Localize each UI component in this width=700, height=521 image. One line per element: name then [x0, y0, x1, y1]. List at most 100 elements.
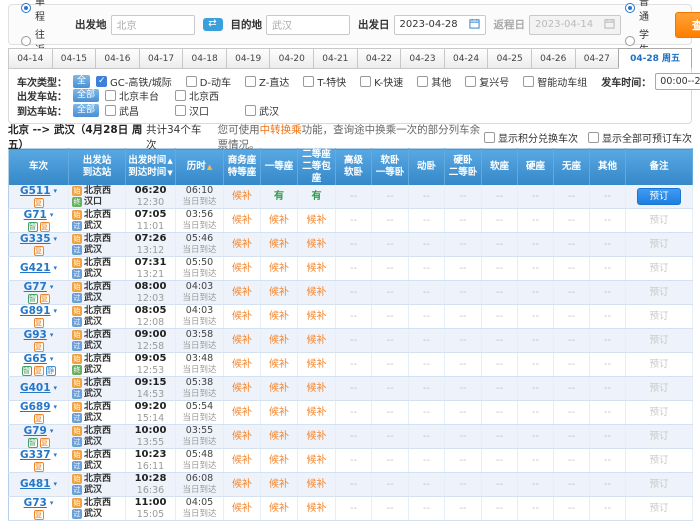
depart-date-input[interactable]: 2023-04-28: [394, 15, 486, 35]
sort-arrow-icon[interactable]: ▲: [207, 163, 212, 171]
column-header[interactable]: 一等座: [261, 149, 298, 186]
filter-option[interactable]: 汉口: [175, 103, 245, 118]
date-tab-selected[interactable]: 04-28 周五: [618, 48, 692, 69]
chevron-down-icon: ▾: [54, 234, 58, 245]
book-button[interactable]: 预订: [637, 188, 681, 205]
column-header[interactable]: 二等座二等包座: [298, 149, 336, 186]
column-header[interactable]: 历时▲: [176, 149, 224, 186]
train-number[interactable]: G335▾: [9, 234, 68, 245]
filter-option[interactable]: 北京西: [175, 88, 245, 103]
arrive-time: 12:53: [126, 365, 175, 376]
train-link[interactable]: G481: [20, 479, 51, 490]
date-tab[interactable]: 04-16: [95, 48, 139, 69]
train-link[interactable]: G689: [20, 402, 51, 413]
filter-option[interactable]: 北京丰台: [105, 88, 175, 103]
train-number[interactable]: G481▾: [9, 479, 68, 490]
train-link[interactable]: G73: [24, 498, 47, 509]
date-tab[interactable]: 04-27: [575, 48, 619, 69]
seat-status: --: [386, 335, 393, 346]
date-tab[interactable]: 04-23: [400, 48, 444, 69]
date-tab[interactable]: 04-18: [182, 48, 226, 69]
swap-stations-icon[interactable]: ⇄: [203, 18, 223, 31]
train-number[interactable]: G93▾: [9, 330, 68, 341]
date-tab[interactable]: 04-19: [226, 48, 270, 69]
train-number[interactable]: G421▾: [9, 263, 68, 274]
column-header[interactable]: 硬座: [518, 149, 554, 186]
column-header[interactable]: 动卧: [409, 149, 445, 186]
column-header[interactable]: 硬卧二等卧: [445, 149, 482, 186]
duration-cell: 03:48当日到达: [176, 353, 224, 377]
train-link[interactable]: G511: [20, 186, 51, 197]
filter-option[interactable]: 武汉: [245, 103, 315, 118]
date-tab[interactable]: 04-22: [357, 48, 401, 69]
arrive-station-all-badge[interactable]: 全部: [73, 104, 99, 117]
column-header[interactable]: 车次: [9, 149, 69, 186]
train-link[interactable]: G79: [24, 426, 47, 437]
train-link[interactable]: G93: [24, 330, 47, 341]
depart-station-all-badge[interactable]: 全部: [73, 89, 99, 102]
chevron-down-icon: ▾: [50, 282, 54, 293]
train-link[interactable]: G65: [24, 354, 47, 365]
filter-option[interactable]: 复兴号: [465, 74, 509, 89]
column-header[interactable]: 商务座特等座: [224, 149, 261, 186]
train-link[interactable]: G335: [20, 234, 51, 245]
date-tab[interactable]: 04-21: [313, 48, 357, 69]
filter-option[interactable]: Z-直达: [245, 74, 289, 89]
train-number[interactable]: G73▾: [9, 498, 68, 509]
train-number[interactable]: G79▾: [9, 426, 68, 437]
sort-arrow-icon[interactable]: ▼: [167, 169, 172, 177]
train-number[interactable]: G65▾: [9, 354, 68, 365]
filter-option[interactable]: 其他: [417, 74, 451, 89]
date-tab[interactable]: 04-24: [444, 48, 488, 69]
train-number[interactable]: G689▾: [9, 402, 68, 413]
train-number[interactable]: G511▾: [9, 186, 68, 197]
seat-cell: --: [554, 209, 590, 233]
column-header[interactable]: 软卧一等卧: [372, 149, 409, 186]
date-tab[interactable]: 04-20: [269, 48, 313, 69]
filter-option[interactable]: T-特快: [303, 74, 346, 89]
filter-option[interactable]: GC-高铁/城际: [96, 74, 172, 89]
column-header[interactable]: 无座: [554, 149, 590, 186]
date-tab[interactable]: 04-14: [8, 48, 52, 69]
filter-option[interactable]: 武昌: [105, 103, 175, 118]
filter-option[interactable]: D-动车: [186, 74, 231, 89]
train-number[interactable]: G77▾: [9, 282, 68, 293]
train-link[interactable]: G401: [20, 383, 51, 394]
column-header[interactable]: 软座: [482, 149, 518, 186]
toggle-bookable-trains[interactable]: 显示全部可预订车次: [588, 130, 692, 145]
train-number[interactable]: G71▾: [9, 210, 68, 221]
train-number[interactable]: G337▾: [9, 450, 68, 461]
column-header[interactable]: 高级软卧: [336, 149, 372, 186]
train-number[interactable]: G401▾: [9, 383, 68, 394]
station-type-icon: 始: [72, 402, 82, 412]
column-header[interactable]: 其他: [590, 149, 626, 186]
date-tab[interactable]: 04-17: [139, 48, 183, 69]
transfer-link[interactable]: 中转换乘: [260, 124, 302, 136]
date-tab[interactable]: 04-26: [531, 48, 575, 69]
train-link[interactable]: G891: [20, 306, 51, 317]
station-type-icon: 始: [72, 282, 82, 292]
column-header[interactable]: 备注: [626, 149, 693, 186]
sort-arrow-icon[interactable]: ▲: [167, 157, 172, 165]
seat-cell: 候补: [298, 209, 336, 233]
radio-one-way[interactable]: 单程: [21, 0, 45, 23]
from-station-input[interactable]: 北京: [111, 15, 195, 35]
calendar-icon[interactable]: [469, 18, 480, 32]
filter-option[interactable]: K-快速: [360, 74, 403, 89]
to-station-input[interactable]: 武汉: [266, 15, 350, 35]
date-tab[interactable]: 04-25: [487, 48, 531, 69]
train-number[interactable]: G891▾: [9, 306, 68, 317]
train-link[interactable]: G421: [20, 263, 51, 274]
toggle-points-trains[interactable]: 显示积分兑换车次: [484, 130, 578, 145]
column-header[interactable]: 出发站到达站: [69, 149, 126, 186]
radio-ordinary[interactable]: 普通: [625, 0, 655, 23]
train-type-all-badge[interactable]: 全部: [73, 75, 90, 88]
train-link[interactable]: G77: [24, 282, 47, 293]
query-button[interactable]: 查询: [675, 12, 700, 38]
column-header[interactable]: 出发时间▲到达时间▼: [126, 149, 176, 186]
date-tab[interactable]: 04-15: [52, 48, 96, 69]
filter-option[interactable]: 智能动车组: [523, 74, 587, 89]
depart-time-select[interactable]: 00:00--24:00 ▾: [655, 73, 700, 90]
train-link[interactable]: G337: [20, 450, 51, 461]
train-link[interactable]: G71: [24, 210, 47, 221]
